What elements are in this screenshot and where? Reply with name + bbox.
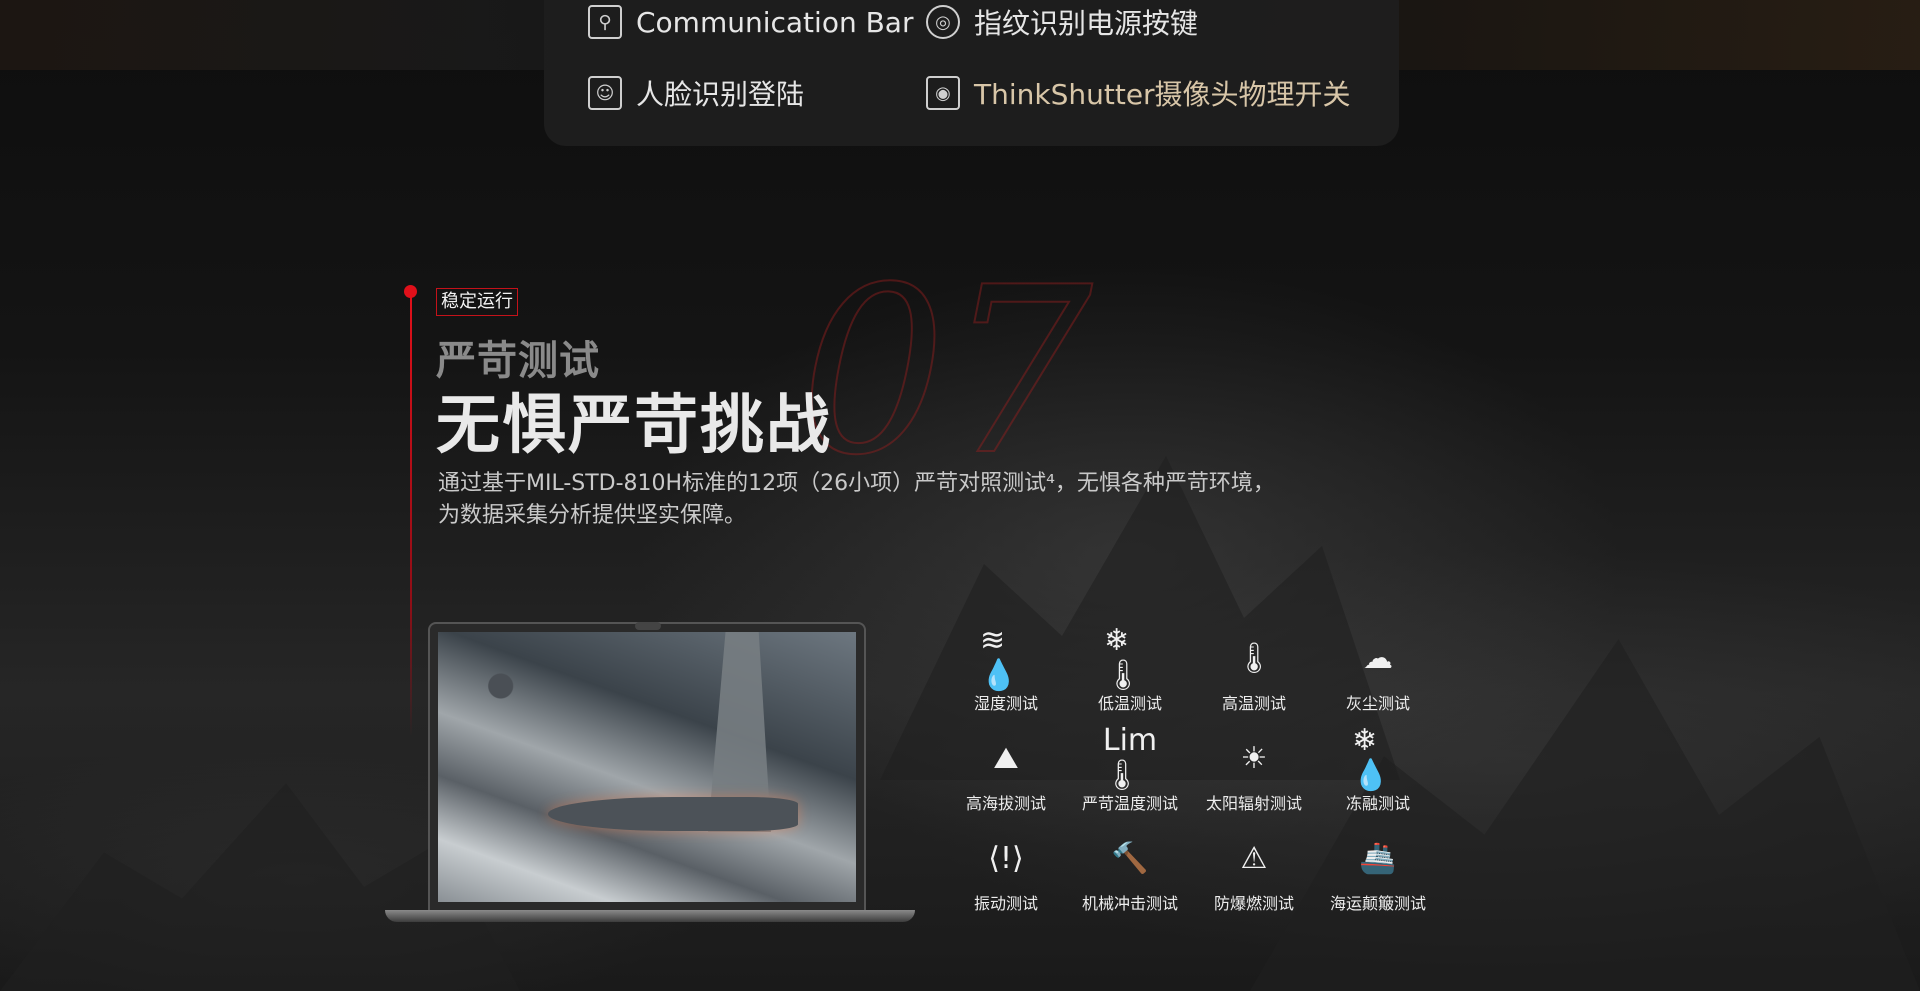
test-label: 防爆燃测试	[1213, 894, 1294, 913]
description-line: 通过基于MIL-STD-810H标准的12项（26小项）严苛对照测试⁴，无惧各种…	[438, 471, 1275, 496]
test-label: 高温测试	[1221, 694, 1286, 713]
test-item-shock: 🔨 机械冲击测试	[1068, 836, 1192, 914]
test-grid: ≋💧 湿度测试 ❄🌡 低温测试 🌡 高温测试 ☁ 灰尘测试 ⛰ 高海拔测试 Lim🌡 严苛温…	[944, 623, 1444, 914]
high-temperature-icon: 🌡	[1234, 640, 1274, 676]
humidity-icon: ≋💧	[980, 623, 1018, 693]
test-label: 冻融测试	[1345, 794, 1410, 813]
test-label: 机械冲击测试	[1081, 894, 1178, 913]
test-item-shipping: 🚢 海运颠簸测试	[1316, 836, 1440, 914]
test-item-humidity: ≋💧 湿度测试	[944, 623, 1068, 714]
explosion-proof-icon: ⚠	[1240, 840, 1268, 876]
test-item-vibration: ⟨!⟩ 振动测试	[944, 836, 1068, 914]
fingerprint-icon: ◎	[926, 5, 960, 39]
test-label: 高海拔测试	[965, 794, 1046, 813]
freeze-thaw-icon: ❄💧	[1352, 723, 1390, 793]
test-item-extreme-temp: Lim🌡 严苛温度测试	[1068, 723, 1192, 814]
low-temperature-icon: ❄🌡	[1104, 623, 1143, 693]
test-label: 严苛温度测试	[1081, 794, 1178, 813]
webcam-bar	[635, 622, 661, 630]
dust-icon: ☁	[1363, 640, 1393, 676]
mechanical-shock-icon: 🔨	[1111, 840, 1149, 876]
section-timeline-line	[410, 296, 412, 736]
test-label: 太阳辐射测试	[1205, 794, 1302, 813]
section-timeline-dot	[404, 285, 417, 298]
high-altitude-icon: ⛰	[993, 740, 1019, 776]
section-description: 通过基于MIL-STD-810H标准的12项（26小项）严苛对照测试⁴，无惧各种…	[438, 468, 1358, 532]
test-label: 湿度测试	[973, 694, 1038, 713]
face-recognition-icon: ☺	[588, 76, 622, 110]
test-item-altitude: ⛰ 高海拔测试	[944, 736, 1068, 814]
feature-thinkshutter: ◉ ThinkShutter摄像头物理开关	[926, 73, 1351, 113]
test-item-freeze-thaw: ❄💧 冻融测试	[1316, 723, 1440, 814]
feature-label: ThinkShutter摄像头物理开关	[974, 78, 1351, 111]
feature-label: 人脸识别登陆	[636, 78, 805, 111]
vibration-icon: ⟨!⟩	[988, 840, 1024, 876]
test-label: 海运颠簸测试	[1329, 894, 1426, 913]
test-item-dust: ☁ 灰尘测试	[1316, 636, 1440, 714]
test-label: 振动测试	[973, 894, 1038, 913]
feature-fingerprint-power: ◎ 指纹识别电源按键	[926, 2, 1198, 42]
solar-radiation-icon: ☀	[1240, 740, 1268, 776]
extreme-temperature-icon: Lim🌡	[1102, 723, 1158, 793]
test-label: 低温测试	[1097, 694, 1162, 713]
profile-card-icon: ⚲	[588, 5, 622, 39]
laptop-image	[428, 622, 866, 912]
screen-spaceship	[548, 797, 798, 831]
section-title: 无惧严苛挑战	[436, 389, 832, 463]
feature-communication-bar: ⚲ Communication Bar	[588, 5, 913, 39]
feature-label: 指纹识别电源按键	[974, 7, 1199, 40]
test-item-low-temp: ❄🌡 低温测试	[1068, 623, 1192, 714]
test-label: 灰尘测试	[1345, 694, 1410, 713]
section-tag: 稳定运行	[436, 288, 518, 316]
feature-label: Communication Bar	[636, 5, 914, 39]
test-item-explosion: ⚠ 防爆燃测试	[1192, 836, 1316, 914]
shipping-icon: 🚢	[1359, 840, 1397, 876]
laptop-base	[385, 910, 915, 922]
test-item-solar: ☀ 太阳辐射测试	[1192, 736, 1316, 814]
feature-face-login: ☺ 人脸识别登陆	[588, 73, 804, 113]
laptop-screen	[438, 632, 856, 902]
test-item-high-temp: 🌡 高温测试	[1192, 636, 1316, 714]
camera-shutter-icon: ◉	[926, 76, 960, 110]
section-number: 07	[799, 239, 1094, 506]
description-line: 为数据采集分析提供坚实保障。	[438, 503, 747, 528]
